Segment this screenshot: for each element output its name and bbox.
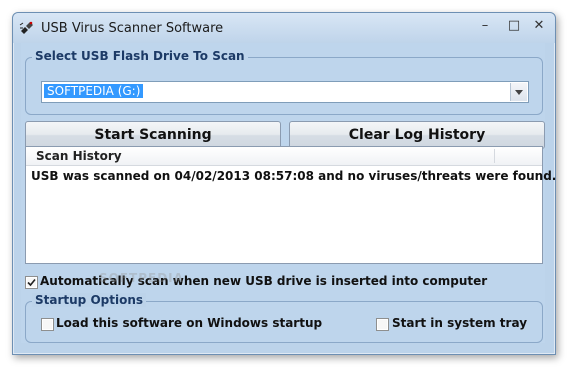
start-in-tray-label[interactable]: Start in system tray bbox=[392, 316, 527, 330]
drive-select-value: SOFTPEDIA (G:) bbox=[44, 84, 144, 98]
column-separator bbox=[494, 149, 495, 163]
app-window: USB Virus Scanner Software – □ ✕ Select … bbox=[12, 12, 556, 355]
load-on-startup-label[interactable]: Load this software on Windows startup bbox=[56, 316, 322, 330]
load-on-startup-checkbox[interactable] bbox=[41, 318, 54, 331]
chevron-down-icon bbox=[515, 90, 523, 95]
scan-history-column-header[interactable]: Scan History bbox=[36, 149, 122, 163]
close-icon[interactable]: ✕ bbox=[527, 17, 551, 35]
app-icon bbox=[19, 19, 35, 35]
minimize-icon[interactable]: – bbox=[473, 17, 497, 35]
startup-options-group-label: Startup Options bbox=[32, 293, 147, 307]
auto-scan-checkbox[interactable] bbox=[25, 276, 38, 289]
select-drive-group-label: Select USB Flash Drive To Scan bbox=[32, 49, 248, 63]
checkmark-icon bbox=[27, 278, 36, 287]
drive-select-dropdown-button[interactable] bbox=[510, 83, 527, 101]
start-in-tray-checkbox[interactable] bbox=[376, 318, 389, 331]
window-title: USB Virus Scanner Software bbox=[41, 21, 224, 36]
scan-history-header: Scan History bbox=[26, 147, 542, 166]
title-bar[interactable]: USB Virus Scanner Software – □ ✕ bbox=[13, 13, 555, 43]
list-item[interactable]: USB was scanned on 04/02/2013 08:57:08 a… bbox=[31, 169, 556, 183]
drive-select[interactable]: SOFTPEDIA (G:) bbox=[41, 81, 529, 103]
watermark: SOFTPEDIA bbox=[99, 271, 184, 285]
maximize-icon[interactable]: □ bbox=[502, 17, 526, 35]
start-scanning-button[interactable]: Start Scanning bbox=[25, 121, 281, 149]
scan-history-list[interactable]: Scan History USB was scanned on 04/02/20… bbox=[25, 146, 556, 264]
clear-log-history-button[interactable]: Clear Log History bbox=[289, 121, 545, 149]
